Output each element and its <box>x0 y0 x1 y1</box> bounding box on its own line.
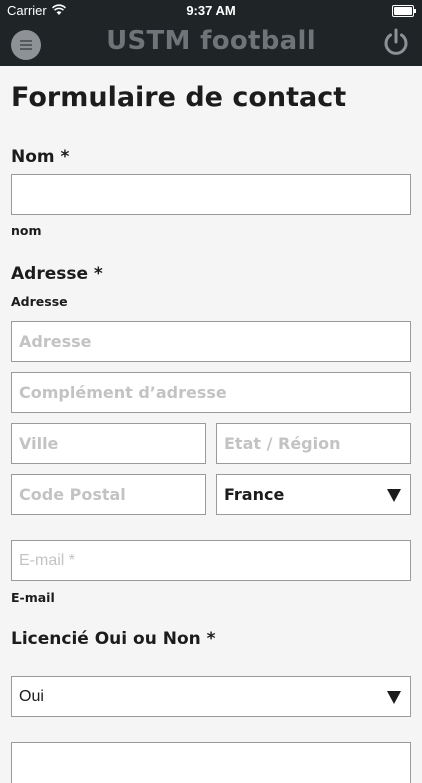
postal-code-input[interactable]: Code Postal <box>11 474 206 515</box>
clock: 9:37 AM <box>186 3 236 18</box>
dropdown-arrow-icon <box>387 489 401 502</box>
city-input[interactable]: Ville <box>11 423 206 464</box>
region-input[interactable]: Etat / Région <box>216 423 411 464</box>
nav-bar: USTM football <box>0 22 422 66</box>
email-sublabel: E-mail <box>11 590 55 605</box>
battery-icon <box>392 5 416 17</box>
next-field[interactable] <box>11 742 411 783</box>
address-input[interactable]: Adresse <box>11 321 411 362</box>
country-value: France <box>224 485 285 504</box>
page-title: Formulaire de contact <box>11 82 347 113</box>
country-select[interactable]: France <box>216 474 411 515</box>
address-complement-input[interactable]: Complément d’adresse <box>11 372 411 413</box>
dropdown-arrow-icon <box>387 691 401 704</box>
nom-sublabel: nom <box>11 223 42 238</box>
status-bar: Carrier 9:37 AM <box>0 0 422 22</box>
licencie-label: Licencié Oui ou Non * <box>11 629 216 649</box>
adresse-sublabel: Adresse <box>11 294 68 309</box>
licencie-select[interactable]: Oui <box>11 676 411 717</box>
app-title: USTM football <box>106 26 316 56</box>
adresse-label: Adresse * <box>11 264 103 284</box>
nom-label: Nom * <box>11 147 70 167</box>
email-input[interactable]: E-mail * <box>11 540 411 581</box>
contact-form: Formulaire de contact Nom * nom Adresse … <box>0 66 422 783</box>
nom-input[interactable] <box>11 174 411 215</box>
power-icon[interactable] <box>382 28 410 58</box>
licencie-value: Oui <box>19 688 44 705</box>
